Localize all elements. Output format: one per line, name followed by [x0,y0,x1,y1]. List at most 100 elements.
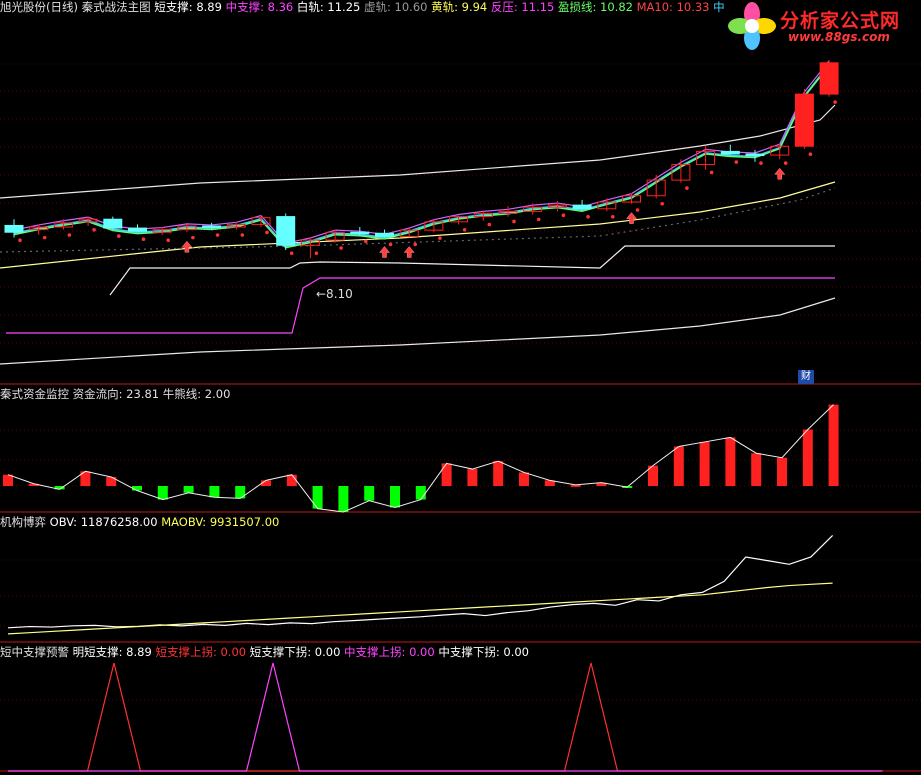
logo-text: 分析家公式网 [780,10,901,32]
candle-body [350,231,370,235]
up-arrow-icon [625,212,638,224]
candle-body [4,224,24,233]
ma10-dot [833,100,837,104]
fund-bar [828,404,839,486]
alert-panel-header: 短中支撑预警 明短支撑: 8.89 短支撑上拐: 0.00 短支撑下拐: 0.0… [0,645,529,659]
candle-body [375,232,394,237]
ma10-dot [462,228,467,232]
main_panel-header-item: 秦式战法主图 [77,0,155,14]
short-support-line [109,245,835,296]
ma10-dot [783,161,788,165]
ma10-dot [759,161,763,165]
obv_panel-header-item: 机构博弈 [0,515,50,529]
main_panel-header-item: MA10: 10.33 [636,0,714,14]
ma10-dot [166,238,170,243]
ma10-dot [18,238,22,243]
alert_panel-header-item: 短支撑上拐: 0.00 [155,645,250,659]
fund-bar [673,446,684,486]
fund-bar [312,486,323,509]
main_panel-header-item: 中支撑: 8.36 [225,0,297,14]
fund-bar [751,453,762,486]
main_panel-header-item: 反压: 11.15 [490,0,559,14]
ma10-dot [240,233,245,237]
ma10-dot [685,186,689,190]
main_panel-header-item: 盈损线: 10.82 [558,0,637,14]
candle-body [572,204,592,210]
fund-bar [390,486,400,508]
fund-bar [338,486,349,512]
band-white-lower [0,297,836,365]
flower-icon [728,2,776,50]
candle-body [276,216,296,246]
ma10-dot [438,236,442,240]
alert_panel-header-item: 短中支撑预警 [0,645,73,659]
ma10-dot [117,234,121,238]
site-logo: 分析家公式网 www.88gs.com [722,0,921,52]
ma10-dot [512,219,516,224]
ma10-dot [92,228,96,232]
short-support-up-line [8,662,883,772]
alert_panel-header-item: 中支撑上拐: 0.00 [344,645,439,659]
fund-bar [286,474,297,486]
up-arrow-icon [181,240,193,253]
ma10-dot [141,237,146,241]
alert_panel-header-item: 短支撑下拐: 0.00 [249,645,345,659]
candle-body [202,225,222,228]
fund-bar [209,486,220,498]
ma10-dot [42,235,47,240]
ma10-dot [635,208,640,212]
ma10-dot [611,214,615,219]
ma10-dot [536,217,541,222]
main-panel-header: 旭光股份(日线) 秦式战法主图 短支撑: 8.89 中支撑: 8.36 白轨: … [0,0,725,14]
main_panel-header-item: 旭光股份(日线) [0,0,78,14]
fund-bar [802,429,813,486]
alert_panel-header-item: 中支撑下拐: 0.00 [438,645,529,659]
fund-bar [467,469,478,486]
ma10-dot [734,160,739,164]
main_panel-header-item: 短支撑: 8.89 [154,0,226,14]
candle-body [794,93,814,147]
fund-bar [183,486,194,493]
main_panel-header-item: 黄轨: 9.94 [431,0,491,14]
ma10-dot [364,239,368,244]
fund_panel-header-item: 资金流向: 23.81 [72,387,163,401]
ma10-dot [487,222,492,227]
ma-green-line [13,65,830,249]
fund-panel-header: 秦式资金监控 资金流向: 23.81 牛熊线: 2.00 [0,387,230,401]
fund-bar [441,463,452,486]
ma10-dot [289,251,294,256]
fund-bar [725,437,736,486]
ma10-dot [191,235,195,240]
ma10-dot [413,242,418,247]
fund-bar [415,486,426,500]
fund-bar [699,441,710,486]
main_panel-header-item: 虚轨: 10.60 [364,0,432,14]
ma10-dot [660,201,664,206]
fund-bar [493,461,504,486]
ma-cyan-line [13,64,830,248]
fund-bar [777,457,787,486]
support-price-label: ←8.10 [316,287,353,301]
ma10-dot [67,233,72,237]
candle-body [103,218,123,229]
main_panel-header-item: 白轨: 11.25 [296,0,364,14]
obv_panel-header-item: OBV: 11876258.00 [49,515,162,529]
finance-badge[interactable]: 财 [798,370,814,384]
candle-body [720,150,740,155]
ma10-dot [586,214,590,219]
ma10-dot [215,233,220,237]
ma10-dot [808,152,813,157]
up-arrow-icon [774,167,786,180]
candle-body [128,227,147,232]
alert_panel-header-item: 明短支撑: 8.89 [72,645,156,659]
fund-bar [519,472,529,486]
ma10-dot [314,251,319,256]
obv_panel-header-item: MAOBV: 9931507.00 [161,515,280,529]
up-arrow-icon [403,246,415,258]
obv-line [7,535,834,629]
candle-body [745,153,765,157]
logo-url: www.88gs.com [788,30,890,44]
band-dotted-gray [0,187,836,253]
fund-bar [364,486,375,501]
ma10-dot [339,246,343,250]
